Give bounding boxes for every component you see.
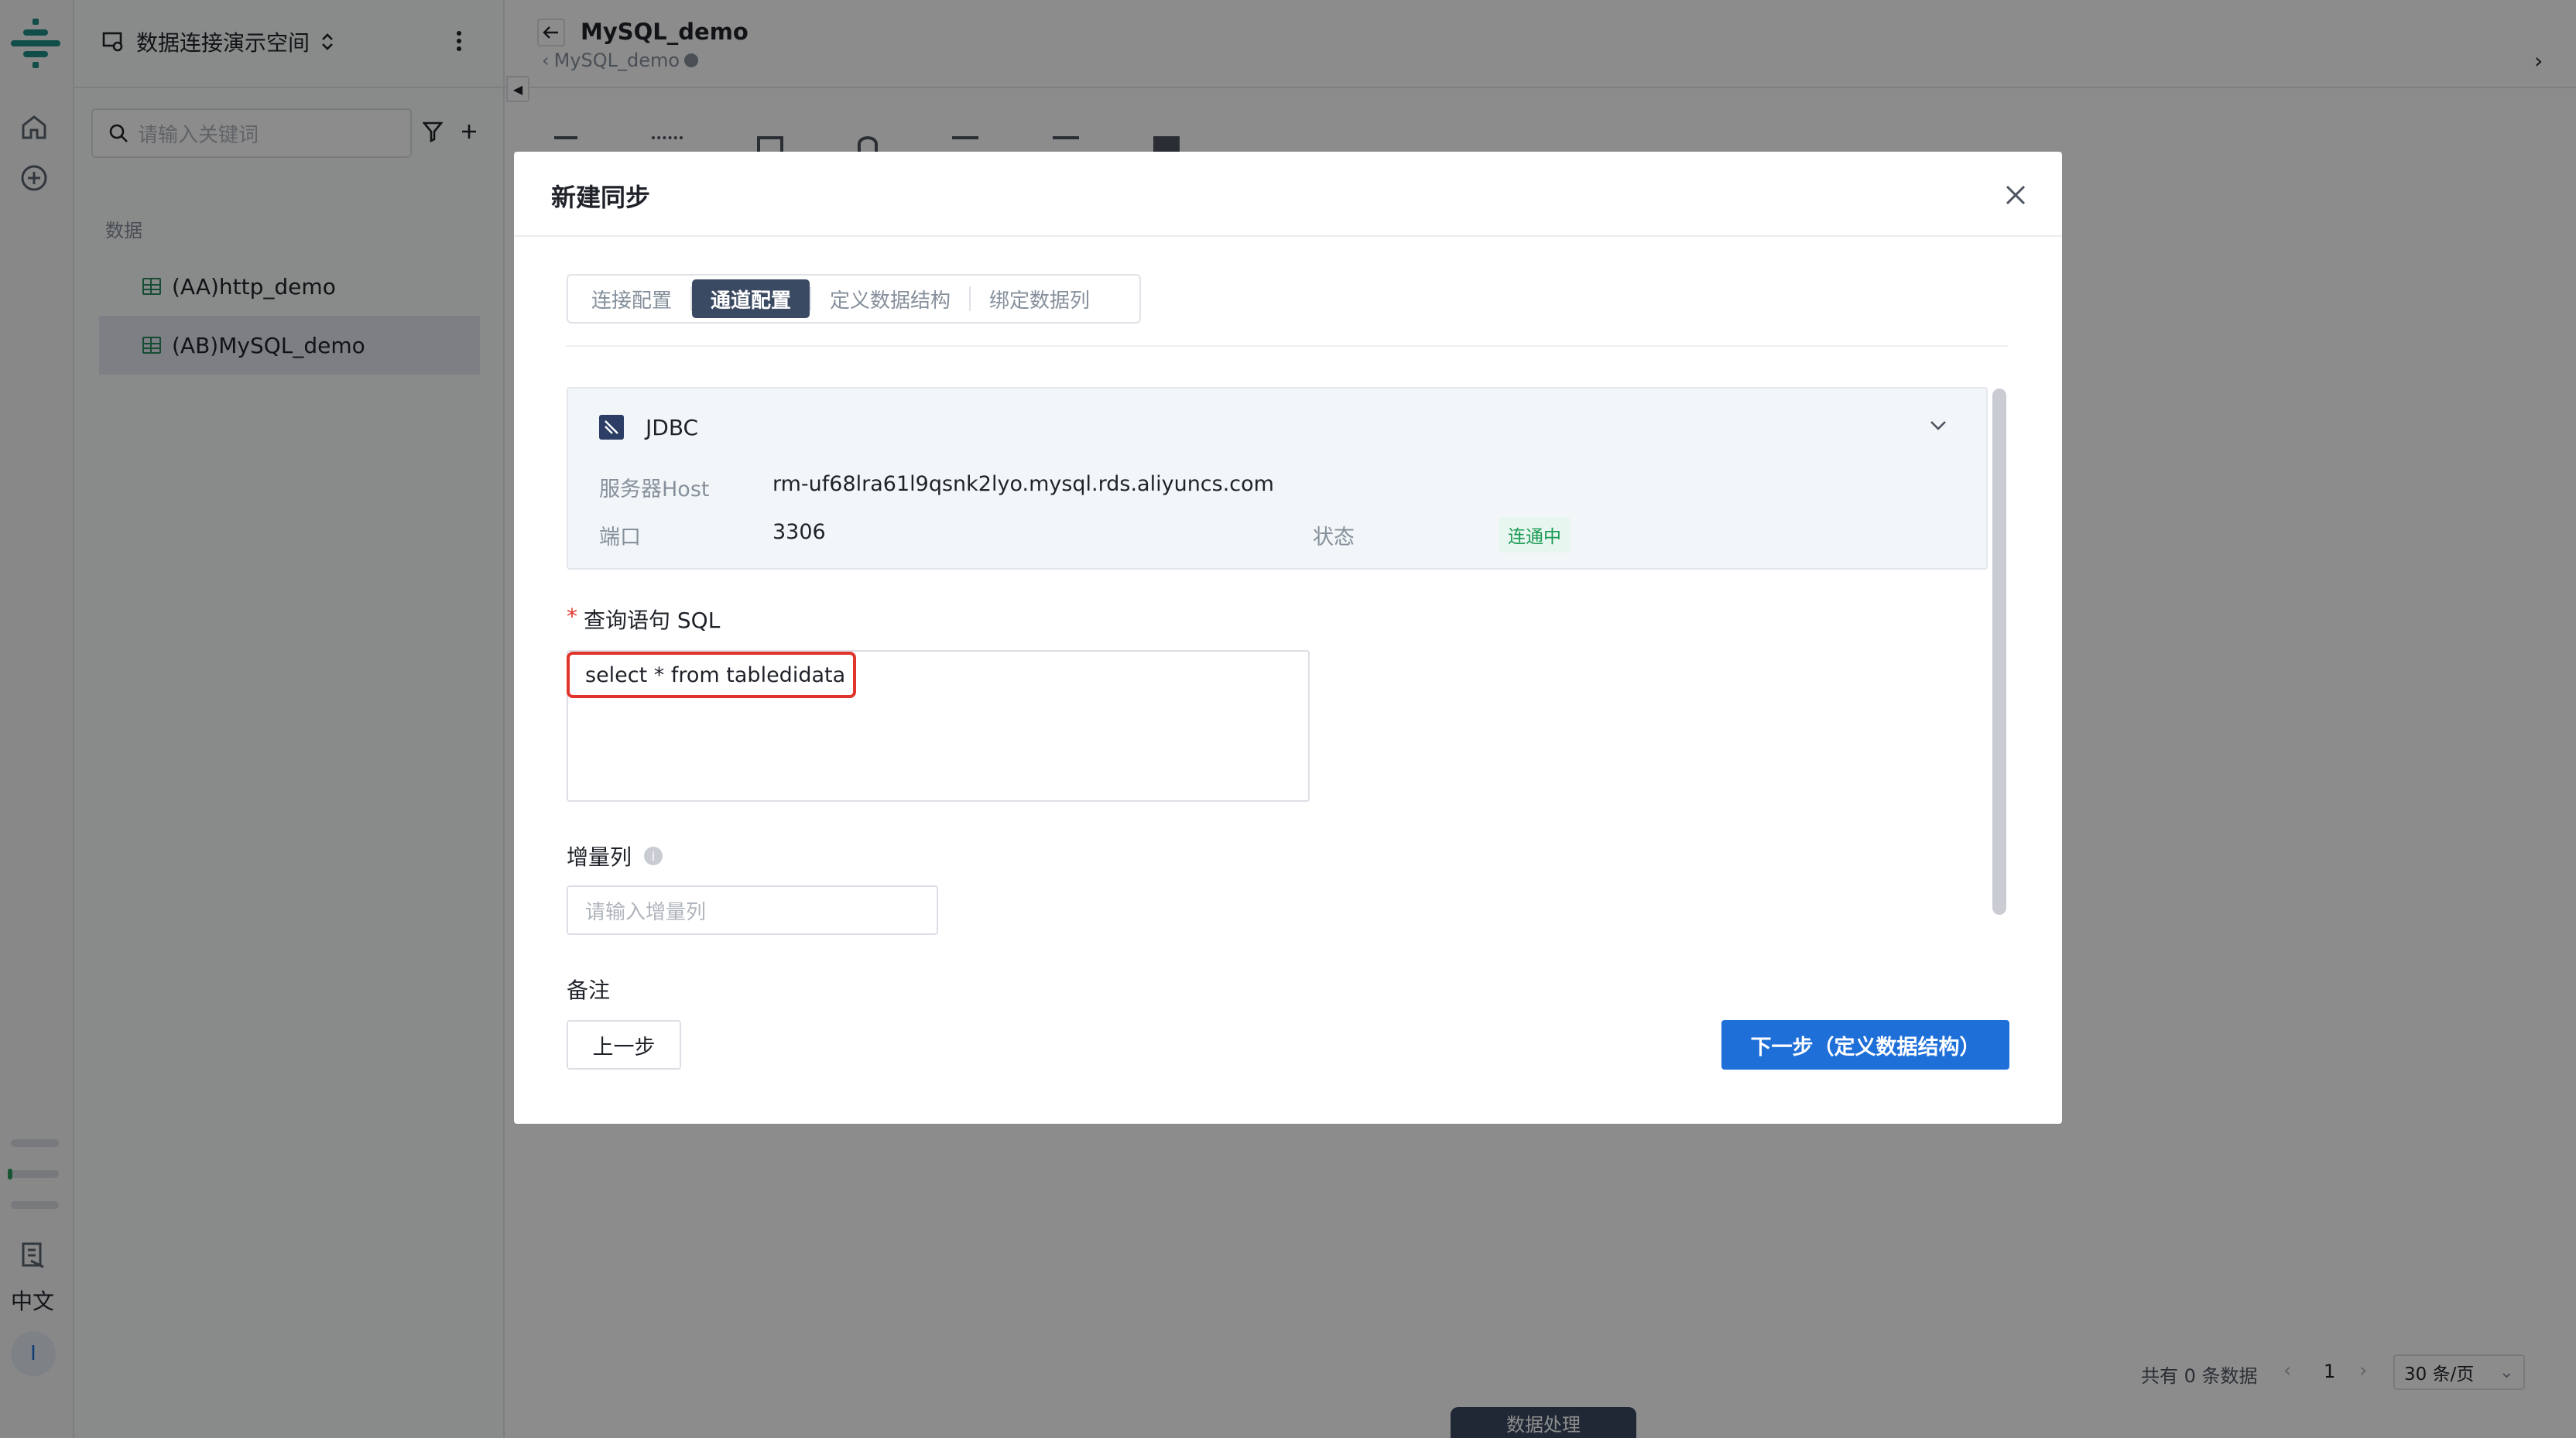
host-label: 服务器Host [599,478,710,502]
sql-label-text: 查询语句 SQL [584,608,721,633]
new-sync-modal: 新建同步 连接配置 通道配置 定义数据结构 绑定数据列 JDBC 服务器Host… [514,152,2062,1124]
connector-info-card: JDBC 服务器Host rm-uf68lra61l9qsnk2lyo.mysq… [567,387,1988,570]
chevron-down-icon[interactable] [1929,419,1947,432]
next-step-button[interactable]: 下一步（定义数据结构） [1721,1020,2009,1070]
tab-connection-config[interactable]: 连接配置 [573,279,690,318]
increment-input[interactable]: 请输入增量列 [567,885,938,935]
tab-channel-config[interactable]: 通道配置 [692,279,810,318]
port-label: 端口 [599,526,641,550]
host-value: rm-uf68lra61l9qsnk2lyo.mysql.rds.aliyunc… [772,472,1274,496]
close-icon[interactable] [2003,183,2028,207]
jdbc-icon [599,415,624,440]
sql-field-label: * 查询语句 SQL [567,604,720,635]
required-mark: * [567,604,577,629]
tab-define-schema[interactable]: 定义数据结构 [811,279,969,318]
increment-label-text: 增量列 [567,844,632,870]
tab-bind-columns[interactable]: 绑定数据列 [971,279,1108,318]
port-value: 3306 [772,520,826,544]
tabs-divider [567,345,2008,347]
prev-step-button[interactable]: 上一步 [567,1020,681,1070]
status-label: 状态 [1313,526,1355,550]
modal-title: 新建同步 [551,183,651,212]
scrollbar[interactable] [1992,389,2006,915]
step-tabs: 连接配置 通道配置 定义数据结构 绑定数据列 [567,274,1141,324]
sql-highlight[interactable]: select * from tabledidata [567,652,856,698]
connector-type: JDBC [646,415,699,440]
modal-header-divider [514,235,2062,237]
note-label: 备注 [567,977,611,1003]
info-icon[interactable]: i [644,847,663,865]
increment-field-label: 增量列 i [567,841,663,871]
status-badge: 连通中 [1499,517,1571,553]
